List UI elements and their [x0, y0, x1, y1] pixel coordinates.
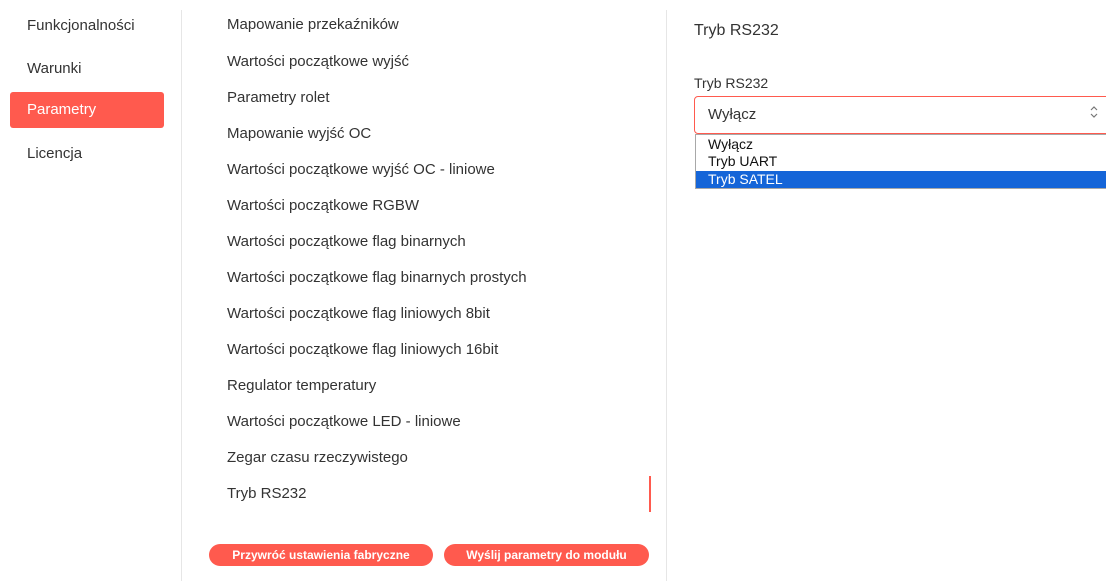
param-item-tryb-rs232[interactable]: Tryb RS232 [227, 484, 306, 504]
param-item-flag-liniowych-16bit[interactable]: Wartości początkowe flag liniowych 16bit [227, 340, 498, 360]
nav-item-funkcjonalnosci[interactable]: Funkcjonalności [10, 8, 164, 44]
detail-panel: Tryb RS232 Tryb RS232 Wyłącz Wyłącz Tryb… [668, 0, 1106, 581]
param-item-wartosci-poczatkowe-wyjsc[interactable]: Wartości początkowe wyjść [227, 52, 409, 72]
option-tryb-uart[interactable]: Tryb UART [696, 153, 1106, 170]
chevron-up-down-icon [1090, 106, 1098, 118]
param-item-wartosci-wyjsc-oc-liniowe[interactable]: Wartości początkowe wyjść OC - liniowe [227, 160, 495, 180]
param-item-wartosci-rgbw[interactable]: Wartości początkowe RGBW [227, 196, 419, 216]
rs232-mode-select[interactable]: Wyłącz [694, 96, 1106, 134]
nav-item-parametry[interactable]: Parametry [10, 92, 164, 128]
nav-item-warunki[interactable]: Warunki [10, 51, 164, 87]
send-parameters-button[interactable]: Wyślij parametry do modułu [444, 544, 649, 566]
option-wylacz[interactable]: Wyłącz [696, 136, 1106, 153]
param-item-flag-binarnych[interactable]: Wartości początkowe flag binarnych [227, 232, 466, 252]
reset-factory-button[interactable]: Przywróć ustawienia fabryczne [209, 544, 433, 566]
param-item-regulator-temperatury[interactable]: Regulator temperatury [227, 376, 376, 396]
option-tryb-satel[interactable]: Tryb SATEL [696, 171, 1106, 188]
select-dropdown: Wyłącz Tryb UART Tryb SATEL [695, 134, 1106, 189]
divider-right [666, 10, 667, 581]
field-label: Tryb RS232 [694, 75, 769, 91]
active-item-indicator [649, 476, 651, 512]
param-item-flag-liniowych-8bit[interactable]: Wartości początkowe flag liniowych 8bit [227, 304, 490, 324]
section-title: Tryb RS232 [694, 22, 779, 39]
param-item-zegar-czasu[interactable]: Zegar czasu rzeczywistego [227, 448, 408, 468]
param-item-flag-binarnych-prostych[interactable]: Wartości początkowe flag binarnych prost… [227, 268, 527, 288]
param-item-mapowanie-wyjsc-oc[interactable]: Mapowanie wyjść OC [227, 124, 371, 144]
param-item-mapowanie-przekaznikow[interactable]: Mapowanie przekaźników [227, 15, 399, 35]
param-item-led-liniowe[interactable]: Wartości początkowe LED - liniowe [227, 412, 461, 432]
left-nav: Funkcjonalności Warunki Parametry Licenc… [0, 0, 180, 581]
select-value: Wyłącz [708, 106, 757, 123]
nav-item-licencja[interactable]: Licencja [10, 136, 164, 172]
parameters-list: Mapowanie przekaźników Wartości początko… [182, 0, 666, 581]
select-arrows-icon [1089, 105, 1099, 120]
param-item-parametry-rolet[interactable]: Parametry rolet [227, 88, 330, 108]
